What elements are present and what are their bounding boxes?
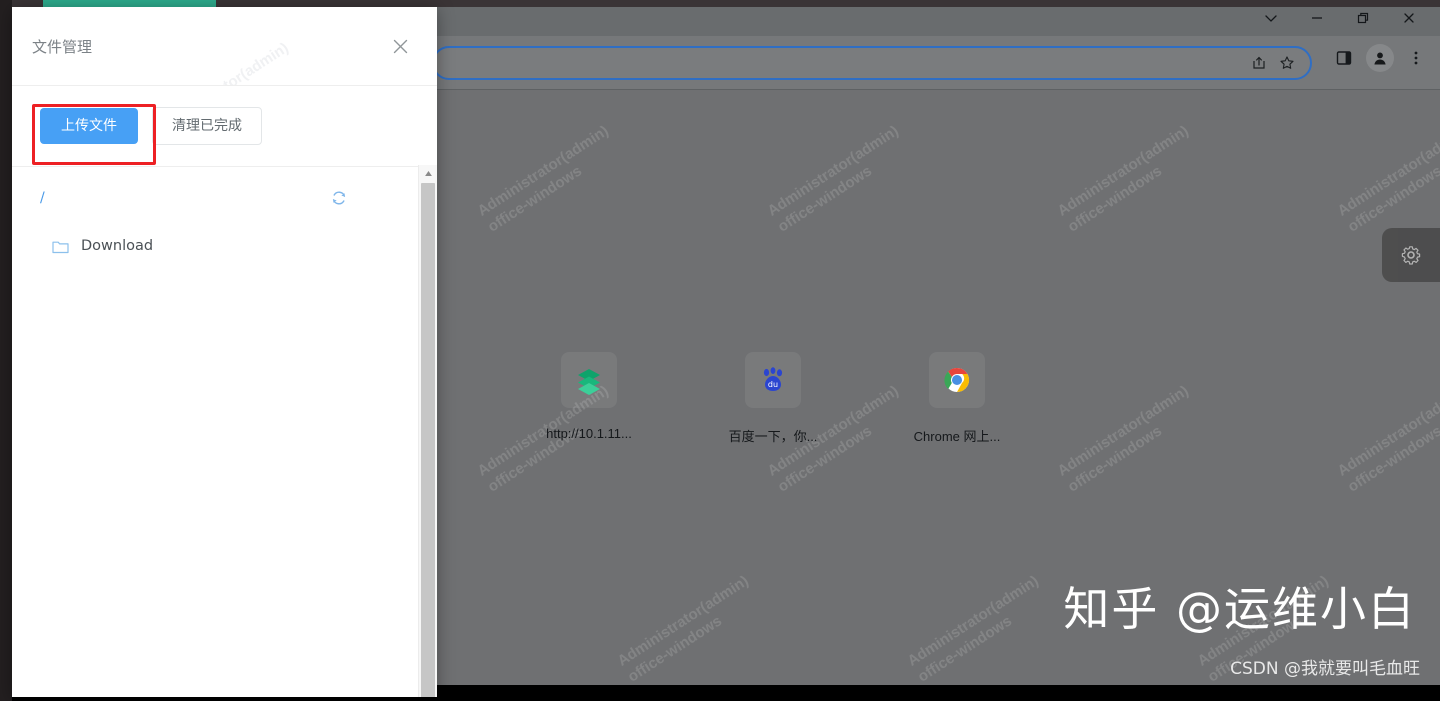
screen-left-letterbox [0, 0, 12, 701]
scrollbar-thumb[interactable] [421, 183, 435, 697]
window-controls [1248, 3, 1432, 33]
restore-button[interactable] [1340, 3, 1386, 33]
upload-file-button[interactable]: 上传文件 [40, 108, 138, 144]
chrome-icon [944, 367, 970, 392]
desktop-watermark-line1: Administrator(admin) [904, 572, 1042, 670]
remote-settings-tab[interactable] [1382, 228, 1440, 282]
file-list: Download [12, 229, 437, 263]
path-breadcrumb-row: / [12, 167, 437, 229]
csdn-watermark: CSDN @我就要叫毛血旺 [1230, 659, 1420, 679]
desktop-watermark-line2: office-windows [774, 162, 875, 236]
shortcut-label: Chrome 网上... [913, 429, 1001, 444]
side-panel-icon[interactable] [1330, 44, 1358, 72]
desktop-shortcuts: http://10.1.11... du 百度一下，你... Chrome 网上… [530, 352, 1016, 445]
svg-text:du: du [768, 380, 778, 389]
desktop-watermark-line1: Administrator(admin) [1334, 122, 1440, 220]
dialog-title: 文件管理 [32, 37, 93, 56]
shortcut-chrome-webstore[interactable]: Chrome 网上... [898, 352, 1016, 445]
dialog-scrollbar[interactable] [418, 165, 437, 697]
desktop-watermark-line2: office-windows [1344, 162, 1440, 236]
browser-toolbar-actions [1330, 44, 1430, 72]
refresh-icon[interactable] [327, 186, 351, 210]
desktop-watermark-line1: Administrator(admin) [614, 572, 752, 670]
omnibox[interactable] [432, 46, 1312, 80]
toolbar-divider [432, 89, 1440, 90]
folder-icon [52, 239, 69, 254]
desktop-watermark-line2: office-windows [1064, 422, 1165, 496]
dialog-toolbar: 上传文件 清理已完成 [12, 86, 437, 167]
desktop-watermark-line1: Administrator(admin) [764, 122, 902, 220]
scroll-up-arrow-icon[interactable] [419, 165, 437, 182]
chrome-menu-icon[interactable] [1402, 44, 1430, 72]
desktop-watermark-line2: office-windows [914, 612, 1015, 685]
shortcut-label: 百度一下，你... [728, 429, 818, 444]
tab-search-button[interactable] [1248, 3, 1294, 33]
profile-avatar-icon[interactable] [1366, 44, 1394, 72]
settings-gear-icon [1401, 246, 1421, 265]
desktop-watermark-line2: office-windows [1064, 162, 1165, 236]
share-icon[interactable] [1246, 50, 1272, 76]
minimize-button[interactable] [1294, 3, 1340, 33]
desktop-watermark-line1: Administrator(admin) [1054, 122, 1192, 220]
file-name-label: Download [81, 238, 154, 254]
cleanup-completed-button[interactable]: 清理已完成 [152, 107, 262, 145]
list-item[interactable]: Download [52, 229, 437, 263]
zhihu-watermark: 知乎 @运维小白 [1063, 582, 1416, 636]
desktop-watermark-line1: Administrator(admin) [1334, 382, 1440, 480]
close-icon[interactable] [387, 33, 413, 59]
file-management-dialog: Administrator(admin)office-windows Admin… [12, 7, 437, 697]
breadcrumb-root-path[interactable]: / [40, 190, 45, 206]
shortcut-tile [561, 352, 617, 408]
browser-tab-strip-highlight[interactable] [43, 0, 216, 7]
desktop-watermark-line1: Administrator(admin) [474, 122, 612, 220]
shortcut-http-10-1-11[interactable]: http://10.1.11... [530, 352, 648, 445]
shortcut-baidu[interactable]: du 百度一下，你... [714, 352, 832, 445]
shortcut-tile: du [745, 352, 801, 408]
desktop-watermark-line2: office-windows [484, 162, 585, 236]
shortcut-label: http://10.1.11... [546, 426, 632, 441]
bookmark-star-icon[interactable] [1274, 50, 1300, 76]
dialog-header: 文件管理 [12, 7, 437, 86]
close-button[interactable] [1386, 3, 1432, 33]
address-input[interactable] [452, 48, 1196, 80]
layers-green-icon [578, 369, 600, 395]
desktop-watermark-line2: office-windows [624, 612, 725, 685]
desktop-watermark-line1: Administrator(admin) [1054, 382, 1192, 480]
shortcut-tile [929, 352, 985, 408]
dialog-body: 上传文件 清理已完成 / Download [12, 86, 437, 697]
titlebar-dark-edge [0, 0, 1440, 7]
baidu-paw-icon: du [763, 367, 783, 391]
desktop-watermark-line2: office-windows [1344, 422, 1440, 496]
